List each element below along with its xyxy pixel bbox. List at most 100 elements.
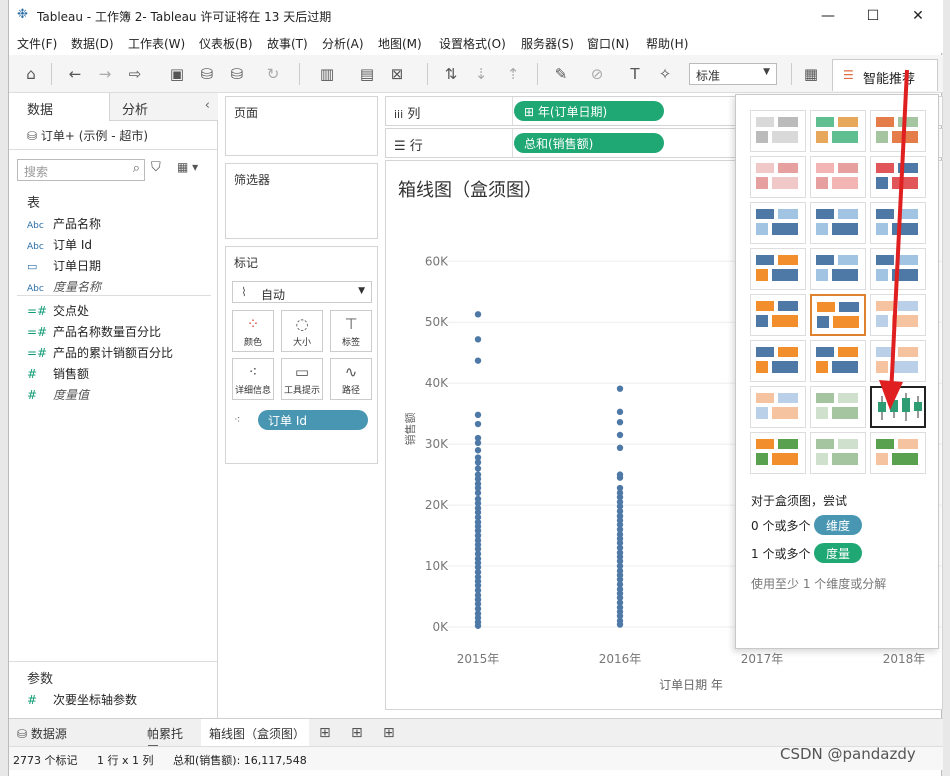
search-input[interactable]: 搜索 ⌕ (17, 159, 145, 181)
status-rows-cols: 1 行 x 1 列 (97, 754, 154, 767)
pin-icon[interactable]: ✧ (655, 64, 675, 84)
tab-pareto[interactable]: 帕累托图 (139, 719, 201, 758)
field-product-count-pct[interactable]: =# 产品名称数量百分比 (27, 323, 161, 340)
data-point (616, 408, 624, 416)
order-id-pill[interactable]: 订单 Id (258, 410, 368, 430)
x-tick-label: 2018年 (883, 652, 926, 666)
swap-icon[interactable]: ⇅ (441, 64, 461, 84)
sum-sales-pill[interactable]: 总和(销售额) (514, 133, 664, 153)
duplicate-sheet-icon[interactable]: ▤ (357, 64, 377, 84)
fit-select[interactable]: 标准 ▼ (689, 63, 777, 85)
maximize-button[interactable]: ☐ (851, 4, 895, 28)
label-icon[interactable]: T (625, 64, 645, 84)
chart-thumb-area-continuous[interactable] (750, 340, 806, 382)
highlight-icon[interactable]: ✎ (551, 64, 571, 84)
home-icon[interactable]: ⌂ (21, 64, 41, 84)
label-button[interactable]: ⊤ 标签 (330, 310, 372, 352)
menu-map[interactable]: 地图(M) (378, 35, 422, 52)
year-order-date-pill[interactable]: ⊞ 年(订单日期) (514, 101, 664, 121)
menu-analysis[interactable]: 分析(A) (322, 35, 364, 52)
new-dashboard-icon[interactable]: ⊞ (351, 725, 363, 741)
chart-thumb-discrete-lines[interactable] (810, 294, 866, 336)
chart-thumb-scatter-plot[interactable] (750, 386, 806, 428)
sort-asc-icon[interactable]: ⇣ (471, 64, 491, 84)
data-point (474, 311, 482, 318)
chart-thumb-packed-bubbles[interactable] (870, 432, 926, 474)
y-tick-label: 50K (425, 315, 449, 329)
chart-thumb-continuous-lines[interactable] (750, 294, 806, 336)
chevron-down-icon: ▼ (763, 67, 770, 77)
datasource-item[interactable]: ⛁ 订单+ (示例 - 超市) (27, 127, 148, 144)
tab-data[interactable]: 数据 (9, 93, 109, 121)
field-order-id[interactable]: Abc 订单 Id (27, 236, 92, 253)
field-product-name[interactable]: Abc 产品名称 (27, 215, 101, 232)
undo-icon[interactable]: ← (65, 64, 85, 84)
detail-icon: ⁖ (248, 363, 258, 381)
pages-shelf[interactable]: 页面 (225, 96, 378, 156)
param-secondary-axis[interactable]: # 次要坐标轴参数 (27, 691, 137, 708)
chart-thumb-treemap[interactable] (750, 248, 806, 290)
tooltip-button[interactable]: ▭ 工具提示 (281, 358, 323, 400)
path-button[interactable]: ∿ 路径 (330, 358, 372, 400)
size-button[interactable]: ◌ 大小 (281, 310, 323, 352)
group-icon[interactable]: ⊘ (587, 64, 607, 84)
menu-server[interactable]: 服务器(S) (521, 35, 574, 52)
menu-story[interactable]: 故事(T) (267, 35, 308, 52)
menu-dashboard[interactable]: 仪表板(B) (199, 35, 253, 52)
menu-format[interactable]: 设置格式(O) (439, 35, 506, 52)
close-button[interactable]: ✕ (896, 4, 940, 28)
chart-thumb-heat-map[interactable] (810, 110, 866, 152)
new-story-icon[interactable]: ⊞ (383, 725, 395, 741)
data-point (474, 447, 482, 454)
mark-type-select[interactable]: ⌇ 自动 ▼ (232, 281, 372, 303)
new-worksheet-icon[interactable]: ⊞ (319, 725, 331, 741)
field-sales[interactable]: # 销售额 (27, 365, 89, 382)
pause-update-icon[interactable]: ⛁ (227, 64, 247, 84)
annotation-arrow (879, 69, 909, 410)
filter-icon[interactable]: ⛉ (151, 160, 161, 175)
chart-thumb-horizontal-bars[interactable] (750, 202, 806, 244)
detail-button[interactable]: ⁖ 详细信息 (232, 358, 274, 400)
section-table-heading: 表 (27, 196, 41, 211)
menu-worksheet[interactable]: 工作表(W) (128, 35, 185, 52)
replay-icon[interactable]: ⇨ (125, 64, 145, 84)
data-point (474, 459, 482, 466)
color-button[interactable]: ⁘ 颜色 (232, 310, 274, 352)
menu-data[interactable]: 数据(D) (71, 35, 114, 52)
filters-shelf[interactable]: 筛选器 (225, 163, 378, 239)
chart-thumb-text-table[interactable] (750, 110, 806, 152)
field-measure-values[interactable]: # 度量值 (27, 386, 89, 403)
new-sheet-icon[interactable]: ▥ (317, 64, 337, 84)
chart-thumb-gantt-chart[interactable] (750, 432, 806, 474)
x-axis-title: 订单日期 年 (659, 678, 723, 692)
field-cumulative-sales-pct[interactable]: =# 产品的累计销额百分比 (27, 344, 173, 361)
y-tick-label: 10K (425, 559, 449, 573)
chart-thumb-histogram[interactable] (810, 386, 866, 428)
sort-desc-icon[interactable]: ⇡ (503, 64, 523, 84)
field-intersection[interactable]: =# 交点处 (27, 302, 89, 319)
menu-window[interactable]: 窗口(N) (587, 35, 629, 52)
tab-boxplot[interactable]: 箱线图（盒须图） (201, 719, 309, 746)
field-measure-names[interactable]: Abc 度量名称 (27, 278, 101, 295)
new-datasource-icon[interactable]: ⛁ (197, 64, 217, 84)
save-icon[interactable]: ▣ (167, 64, 187, 84)
menu-help[interactable]: 帮助(H) (646, 35, 688, 52)
refresh-icon[interactable]: ↻ (263, 64, 283, 84)
chart-thumb-stacked-bars[interactable] (810, 202, 866, 244)
clear-sheet-icon[interactable]: ⊠ (387, 64, 407, 84)
presentation-icon[interactable]: ▦ (801, 64, 821, 84)
redo-icon[interactable]: → (95, 64, 115, 84)
x-tick-label: 2015年 (457, 652, 500, 666)
section-params-heading: 参数 (27, 672, 54, 687)
chart-thumb-area-discrete[interactable] (810, 340, 866, 382)
tab-datasource[interactable]: ⛁ 数据源 (9, 719, 137, 746)
menu-file[interactable]: 文件(F) (17, 35, 57, 52)
chart-thumb-filled-map[interactable] (810, 156, 866, 198)
chart-thumb-circle-views[interactable] (810, 248, 866, 290)
view-options-icon[interactable]: ▦ ▾ (177, 160, 198, 174)
minimize-button[interactable]: — (806, 4, 850, 28)
tab-analytics[interactable]: 分析 ‹ (109, 93, 218, 121)
chart-thumb-symbol-map[interactable] (750, 156, 806, 198)
field-order-date[interactable]: ▭ 订单日期 (27, 257, 101, 274)
chart-thumb-bullet-graph[interactable] (810, 432, 866, 474)
